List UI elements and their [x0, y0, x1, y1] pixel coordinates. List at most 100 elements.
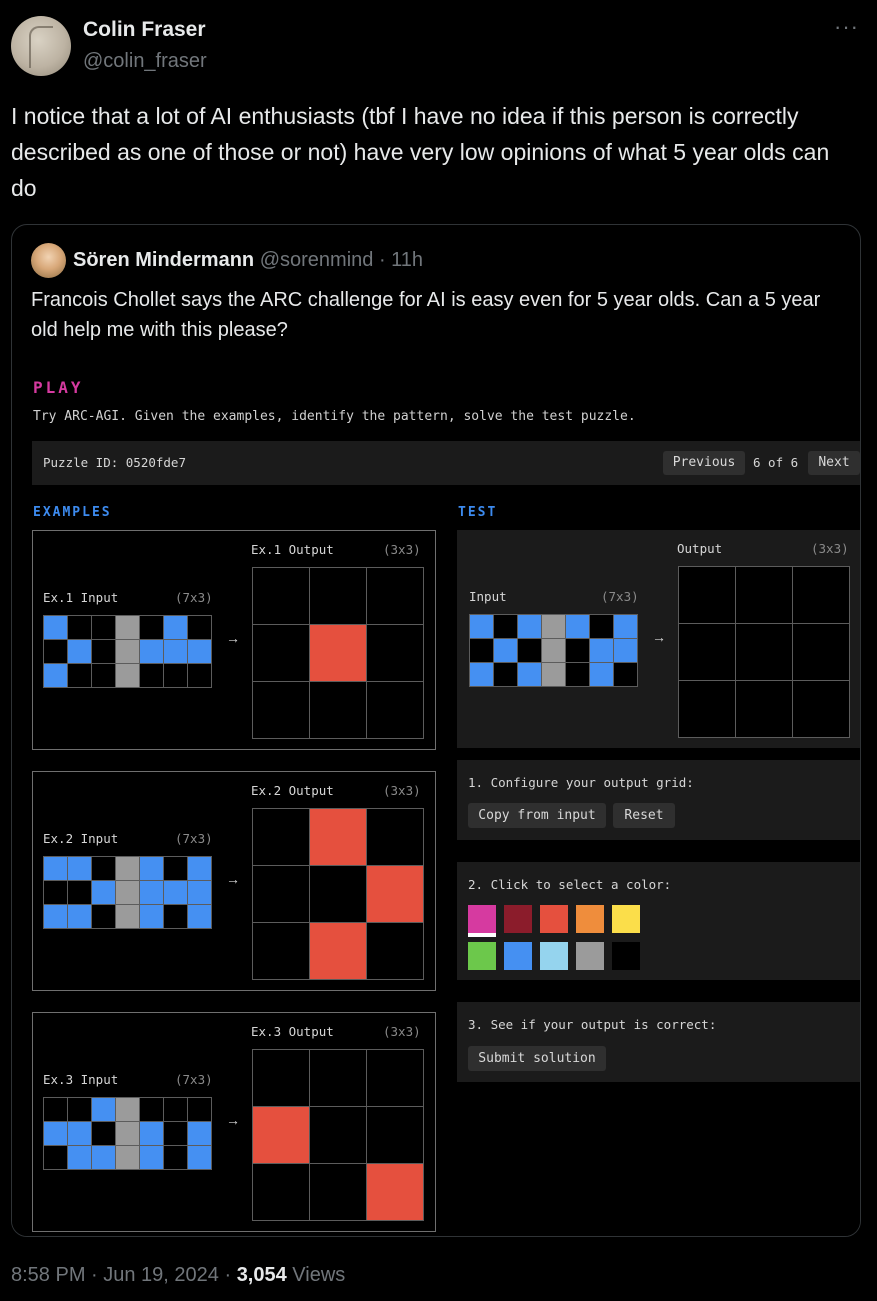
more-options-icon[interactable]: ··· — [834, 14, 859, 40]
quoted-author-line: Sören Mindermann @sorenmind · 11h — [73, 249, 423, 272]
quoted-tweet[interactable]: Sören Mindermann @sorenmind · 11h Franco… — [11, 224, 861, 1237]
grid-cell — [590, 639, 613, 662]
grid-cell — [590, 615, 613, 638]
color-panel: 2. Click to select a color: — [457, 862, 860, 980]
grid-cell — [92, 1146, 115, 1169]
grid-cell — [566, 639, 589, 662]
step2-label: 2. Click to select a color: — [468, 877, 672, 892]
grid-cell — [367, 866, 423, 922]
next-button[interactable]: Next — [808, 451, 860, 475]
author-avatar[interactable] — [11, 16, 71, 76]
color-swatch[interactable] — [540, 905, 568, 933]
grid-cell — [494, 663, 517, 686]
intro-text: Try ARC-AGI. Given the examples, identif… — [33, 409, 636, 424]
grid-cell[interactable] — [679, 624, 735, 680]
color-swatch[interactable] — [468, 942, 496, 970]
grid-cell[interactable] — [736, 567, 792, 623]
example-output-dim: (3x3) — [383, 783, 421, 798]
grid-cell — [542, 615, 565, 638]
grid-cell — [44, 640, 67, 663]
grid-cell — [310, 682, 366, 738]
color-swatch[interactable] — [576, 942, 604, 970]
grid-cell — [542, 663, 565, 686]
grid-cell — [140, 616, 163, 639]
grid-cell — [92, 1098, 115, 1121]
grid-cell[interactable] — [793, 624, 849, 680]
color-swatch[interactable] — [504, 942, 532, 970]
grid-cell — [253, 568, 309, 624]
grid-cell — [68, 664, 91, 687]
grid-cell — [92, 857, 115, 880]
grid-cell — [164, 1146, 187, 1169]
tweet-timestamp[interactable]: 8:58 PM · Jun 19, 2024 · — [11, 1264, 237, 1286]
grid-cell — [44, 664, 67, 687]
grid-cell[interactable] — [793, 681, 849, 737]
grid-cell — [518, 639, 541, 662]
grid-cell — [188, 857, 211, 880]
grid-cell — [164, 664, 187, 687]
grid-cell — [116, 1146, 139, 1169]
grid-cell — [44, 857, 67, 880]
grid-cell — [44, 1146, 67, 1169]
copy-from-input-button[interactable]: Copy from input — [468, 803, 606, 828]
grid-cell — [253, 1107, 309, 1163]
quoted-time: · 11h — [373, 249, 424, 271]
grid-cell — [310, 1164, 366, 1220]
example-1: Ex.1 Output (3x3) Ex.1 Input (7x3) → — [32, 530, 436, 750]
grid-cell[interactable] — [679, 681, 735, 737]
grid-cell — [92, 1122, 115, 1145]
color-swatch[interactable] — [612, 942, 640, 970]
grid-cell — [188, 905, 211, 928]
color-swatch[interactable] — [504, 905, 532, 933]
test-output-grid[interactable] — [678, 566, 850, 738]
color-swatch[interactable] — [468, 905, 496, 937]
grid-cell — [92, 640, 115, 663]
grid-cell — [188, 1146, 211, 1169]
test-output-dim: (3x3) — [811, 541, 849, 556]
author-handle[interactable]: @colin_fraser — [83, 50, 207, 73]
grid-cell — [253, 923, 309, 979]
grid-cell — [44, 905, 67, 928]
grid-cell — [188, 1122, 211, 1145]
example-output-grid — [252, 1049, 424, 1221]
grid-cell[interactable] — [679, 567, 735, 623]
previous-button[interactable]: Previous — [663, 451, 745, 475]
grid-cell — [566, 663, 589, 686]
color-swatch[interactable] — [540, 942, 568, 970]
grid-cell — [68, 881, 91, 904]
grid-cell — [253, 809, 309, 865]
example-input-grid — [43, 615, 212, 688]
grid-cell — [116, 1122, 139, 1145]
reset-button[interactable]: Reset — [613, 803, 675, 828]
grid-cell — [140, 640, 163, 663]
grid-cell — [367, 809, 423, 865]
grid-cell — [518, 615, 541, 638]
color-swatch[interactable] — [576, 905, 604, 933]
example-input-grid — [43, 856, 212, 929]
grid-cell[interactable] — [736, 681, 792, 737]
grid-cell — [68, 1122, 91, 1145]
grid-cell — [164, 616, 187, 639]
grid-cell — [470, 615, 493, 638]
puzzle-id: Puzzle ID: 0520fde7 — [43, 455, 186, 470]
grid-cell — [614, 615, 637, 638]
grid-cell — [253, 866, 309, 922]
grid-cell[interactable] — [736, 624, 792, 680]
grid-cell — [116, 881, 139, 904]
grid-cell[interactable] — [793, 567, 849, 623]
example-input-label: Ex.2 Input — [43, 831, 119, 846]
submit-solution-button[interactable]: Submit solution — [468, 1046, 606, 1071]
example-input-dim: (7x3) — [175, 590, 213, 605]
test-input-grid — [469, 614, 638, 687]
color-swatch[interactable] — [612, 905, 640, 933]
quoted-author-handle: @sorenmind — [259, 249, 374, 271]
grid-cell — [253, 1050, 309, 1106]
quoted-author-avatar — [31, 243, 66, 278]
grid-cell — [310, 625, 366, 681]
grid-cell — [140, 664, 163, 687]
author-name[interactable]: Colin Fraser — [83, 18, 206, 42]
grid-cell — [68, 640, 91, 663]
grid-cell — [310, 1050, 366, 1106]
grid-cell — [116, 857, 139, 880]
grid-cell — [164, 905, 187, 928]
